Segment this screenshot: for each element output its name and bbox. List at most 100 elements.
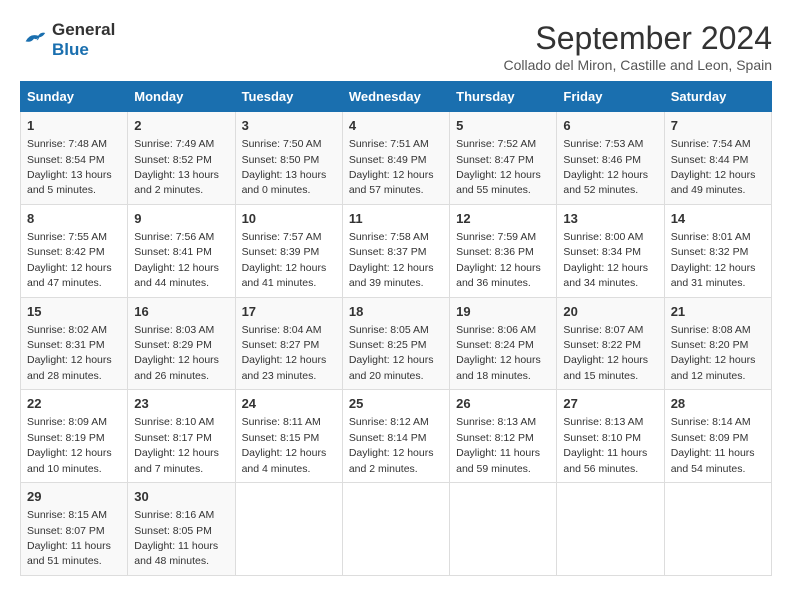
table-row: 15 Sunrise: 8:02 AMSunset: 8:31 PMDaylig… xyxy=(21,297,128,390)
day-details: Sunrise: 8:14 AMSunset: 8:09 PMDaylight:… xyxy=(671,416,755,474)
table-row: 24 Sunrise: 8:11 AMSunset: 8:15 PMDaylig… xyxy=(235,390,342,483)
day-number: 4 xyxy=(349,117,443,135)
day-details: Sunrise: 7:53 AMSunset: 8:46 PMDaylight:… xyxy=(563,138,648,196)
header-thursday: Thursday xyxy=(450,82,557,112)
day-number: 9 xyxy=(134,210,228,228)
table-row: 2 Sunrise: 7:49 AMSunset: 8:52 PMDayligh… xyxy=(128,112,235,205)
day-number: 3 xyxy=(242,117,336,135)
day-details: Sunrise: 8:00 AMSunset: 8:34 PMDaylight:… xyxy=(563,231,648,289)
calendar-week-row: 22 Sunrise: 8:09 AMSunset: 8:19 PMDaylig… xyxy=(21,390,772,483)
table-row: 12 Sunrise: 7:59 AMSunset: 8:36 PMDaylig… xyxy=(450,204,557,297)
table-row: 3 Sunrise: 7:50 AMSunset: 8:50 PMDayligh… xyxy=(235,112,342,205)
calendar-week-row: 15 Sunrise: 8:02 AMSunset: 8:31 PMDaylig… xyxy=(21,297,772,390)
day-number: 10 xyxy=(242,210,336,228)
day-details: Sunrise: 8:15 AMSunset: 8:07 PMDaylight:… xyxy=(27,509,111,567)
day-number: 2 xyxy=(134,117,228,135)
calendar-week-row: 29 Sunrise: 8:15 AMSunset: 8:07 PMDaylig… xyxy=(21,483,772,576)
day-number: 25 xyxy=(349,395,443,413)
day-number: 17 xyxy=(242,303,336,321)
header-wednesday: Wednesday xyxy=(342,82,449,112)
day-number: 13 xyxy=(563,210,657,228)
day-details: Sunrise: 7:48 AMSunset: 8:54 PMDaylight:… xyxy=(27,138,112,196)
day-number: 27 xyxy=(563,395,657,413)
table-row: 4 Sunrise: 7:51 AMSunset: 8:49 PMDayligh… xyxy=(342,112,449,205)
day-details: Sunrise: 7:57 AMSunset: 8:39 PMDaylight:… xyxy=(242,231,327,289)
day-number: 14 xyxy=(671,210,765,228)
header: General Blue September 2024 Collado del … xyxy=(20,20,772,73)
table-row: 1 Sunrise: 7:48 AMSunset: 8:54 PMDayligh… xyxy=(21,112,128,205)
day-number: 18 xyxy=(349,303,443,321)
table-row: 25 Sunrise: 8:12 AMSunset: 8:14 PMDaylig… xyxy=(342,390,449,483)
table-row: 5 Sunrise: 7:52 AMSunset: 8:47 PMDayligh… xyxy=(450,112,557,205)
month-title: September 2024 xyxy=(504,20,773,57)
table-row xyxy=(450,483,557,576)
day-details: Sunrise: 8:03 AMSunset: 8:29 PMDaylight:… xyxy=(134,324,219,382)
day-details: Sunrise: 7:51 AMSunset: 8:49 PMDaylight:… xyxy=(349,138,434,196)
table-row: 19 Sunrise: 8:06 AMSunset: 8:24 PMDaylig… xyxy=(450,297,557,390)
day-details: Sunrise: 7:49 AMSunset: 8:52 PMDaylight:… xyxy=(134,138,219,196)
day-number: 15 xyxy=(27,303,121,321)
day-number: 26 xyxy=(456,395,550,413)
table-row: 10 Sunrise: 7:57 AMSunset: 8:39 PMDaylig… xyxy=(235,204,342,297)
header-friday: Friday xyxy=(557,82,664,112)
table-row: 22 Sunrise: 8:09 AMSunset: 8:19 PMDaylig… xyxy=(21,390,128,483)
day-number: 22 xyxy=(27,395,121,413)
table-row: 17 Sunrise: 8:04 AMSunset: 8:27 PMDaylig… xyxy=(235,297,342,390)
table-row xyxy=(235,483,342,576)
day-details: Sunrise: 7:54 AMSunset: 8:44 PMDaylight:… xyxy=(671,138,756,196)
header-monday: Monday xyxy=(128,82,235,112)
calendar-header-row: Sunday Monday Tuesday Wednesday Thursday… xyxy=(21,82,772,112)
day-details: Sunrise: 8:10 AMSunset: 8:17 PMDaylight:… xyxy=(134,416,219,474)
table-row: 11 Sunrise: 7:58 AMSunset: 8:37 PMDaylig… xyxy=(342,204,449,297)
day-details: Sunrise: 8:06 AMSunset: 8:24 PMDaylight:… xyxy=(456,324,541,382)
calendar-table: Sunday Monday Tuesday Wednesday Thursday… xyxy=(20,81,772,576)
day-details: Sunrise: 7:58 AMSunset: 8:37 PMDaylight:… xyxy=(349,231,434,289)
day-details: Sunrise: 8:16 AMSunset: 8:05 PMDaylight:… xyxy=(134,509,218,567)
day-details: Sunrise: 7:56 AMSunset: 8:41 PMDaylight:… xyxy=(134,231,219,289)
day-details: Sunrise: 8:11 AMSunset: 8:15 PMDaylight:… xyxy=(242,416,327,474)
day-details: Sunrise: 8:02 AMSunset: 8:31 PMDaylight:… xyxy=(27,324,112,382)
day-details: Sunrise: 8:13 AMSunset: 8:10 PMDaylight:… xyxy=(563,416,647,474)
day-number: 8 xyxy=(27,210,121,228)
day-number: 30 xyxy=(134,488,228,506)
table-row: 27 Sunrise: 8:13 AMSunset: 8:10 PMDaylig… xyxy=(557,390,664,483)
day-number: 20 xyxy=(563,303,657,321)
day-details: Sunrise: 8:07 AMSunset: 8:22 PMDaylight:… xyxy=(563,324,648,382)
logo: General Blue xyxy=(20,20,115,61)
header-sunday: Sunday xyxy=(21,82,128,112)
table-row: 30 Sunrise: 8:16 AMSunset: 8:05 PMDaylig… xyxy=(128,483,235,576)
header-saturday: Saturday xyxy=(664,82,771,112)
table-row: 6 Sunrise: 7:53 AMSunset: 8:46 PMDayligh… xyxy=(557,112,664,205)
title-area: September 2024 Collado del Miron, Castil… xyxy=(504,20,773,73)
table-row: 26 Sunrise: 8:13 AMSunset: 8:12 PMDaylig… xyxy=(450,390,557,483)
table-row: 18 Sunrise: 8:05 AMSunset: 8:25 PMDaylig… xyxy=(342,297,449,390)
table-row: 9 Sunrise: 7:56 AMSunset: 8:41 PMDayligh… xyxy=(128,204,235,297)
day-number: 21 xyxy=(671,303,765,321)
day-number: 29 xyxy=(27,488,121,506)
calendar-week-row: 8 Sunrise: 7:55 AMSunset: 8:42 PMDayligh… xyxy=(21,204,772,297)
day-details: Sunrise: 8:05 AMSunset: 8:25 PMDaylight:… xyxy=(349,324,434,382)
day-details: Sunrise: 7:52 AMSunset: 8:47 PMDaylight:… xyxy=(456,138,541,196)
location-subtitle: Collado del Miron, Castille and Leon, Sp… xyxy=(504,57,773,73)
day-details: Sunrise: 8:01 AMSunset: 8:32 PMDaylight:… xyxy=(671,231,756,289)
day-details: Sunrise: 8:09 AMSunset: 8:19 PMDaylight:… xyxy=(27,416,112,474)
day-number: 19 xyxy=(456,303,550,321)
table-row xyxy=(342,483,449,576)
day-number: 24 xyxy=(242,395,336,413)
table-row: 8 Sunrise: 7:55 AMSunset: 8:42 PMDayligh… xyxy=(21,204,128,297)
day-details: Sunrise: 8:12 AMSunset: 8:14 PMDaylight:… xyxy=(349,416,434,474)
day-number: 23 xyxy=(134,395,228,413)
table-row xyxy=(664,483,771,576)
day-number: 1 xyxy=(27,117,121,135)
table-row: 23 Sunrise: 8:10 AMSunset: 8:17 PMDaylig… xyxy=(128,390,235,483)
day-details: Sunrise: 7:59 AMSunset: 8:36 PMDaylight:… xyxy=(456,231,541,289)
table-row: 29 Sunrise: 8:15 AMSunset: 8:07 PMDaylig… xyxy=(21,483,128,576)
table-row: 7 Sunrise: 7:54 AMSunset: 8:44 PMDayligh… xyxy=(664,112,771,205)
day-number: 5 xyxy=(456,117,550,135)
table-row: 14 Sunrise: 8:01 AMSunset: 8:32 PMDaylig… xyxy=(664,204,771,297)
day-number: 6 xyxy=(563,117,657,135)
day-number: 28 xyxy=(671,395,765,413)
day-details: Sunrise: 7:50 AMSunset: 8:50 PMDaylight:… xyxy=(242,138,327,196)
table-row: 21 Sunrise: 8:08 AMSunset: 8:20 PMDaylig… xyxy=(664,297,771,390)
day-details: Sunrise: 8:08 AMSunset: 8:20 PMDaylight:… xyxy=(671,324,756,382)
